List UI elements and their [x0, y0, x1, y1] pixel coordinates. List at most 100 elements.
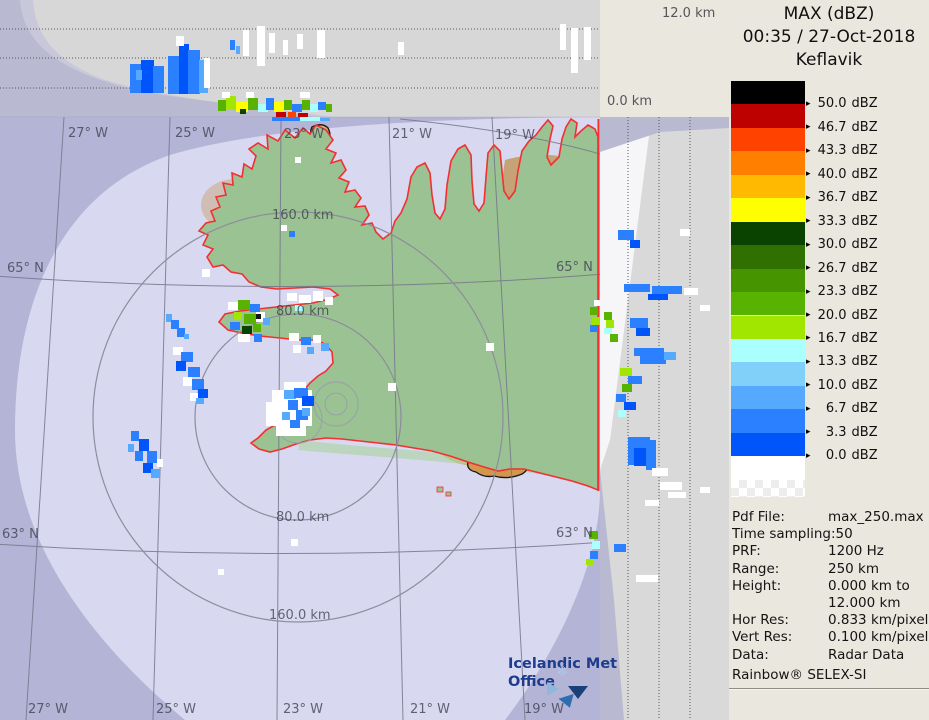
legend-swatch — [731, 174, 805, 199]
lon-label: 19° W — [495, 128, 536, 143]
legend-arrow-icon: ▸ — [806, 286, 811, 297]
legend-arrow-icon: ▸ — [806, 239, 811, 250]
range-ring-label: 80.0 km — [276, 304, 330, 319]
legend-entry: ▸ 43.3 dBZ — [806, 143, 878, 158]
legend-unit: dBZ — [851, 401, 878, 417]
lat-label: 63° N — [556, 526, 593, 541]
legend-value: 10.0 — [817, 377, 847, 393]
legend-unit: dBZ — [851, 377, 878, 393]
meta-row-value: 0.100 km/pixel — [828, 629, 929, 646]
legend-entry: ▸ 23.3 dBZ — [806, 284, 878, 299]
legend-transparent-checker — [731, 480, 805, 498]
legend-arrow-icon: ▸ — [806, 450, 811, 461]
profile-min-height-label: 0.0 km — [607, 94, 652, 109]
meta-row-label: PRF: — [732, 543, 761, 560]
legend-arrow-icon: ▸ — [806, 403, 811, 414]
legend-entry: ▸ 16.7 dBZ — [806, 331, 878, 346]
legend-value: 36.7 — [817, 190, 847, 206]
meta-row-value: 12.000 km — [828, 595, 901, 611]
meta-row-label: Time sampling:50 — [732, 526, 853, 543]
legend-swatch — [731, 409, 805, 433]
product-datetime: 00:35 / 27-Oct-2018 — [742, 27, 916, 47]
legend-entry: ▸ 30.0 dBZ — [806, 237, 878, 252]
panel-divider — [729, 688, 929, 690]
legend-unit: dBZ — [851, 143, 878, 159]
meta-row-value: max_250.max — [828, 509, 924, 525]
legend-value: 46.7 — [817, 119, 847, 135]
meta-row-label: Data: — [732, 646, 769, 663]
legend-unit: dBZ — [851, 237, 878, 253]
legend-entry: ▸ 40.0 dBZ — [806, 167, 878, 182]
meta-row-value: 1200 Hz — [828, 543, 884, 560]
right-profile-strip — [600, 117, 729, 720]
lon-label: 27° W — [28, 702, 69, 717]
meta-row-value: Radar Data — [828, 646, 905, 663]
meta-row-label: Hor Res: — [732, 612, 789, 629]
legend-value: 43.3 — [817, 143, 847, 159]
meta-row-label: Pdf File: — [732, 509, 785, 525]
legend-entry: ▸ 33.3 dBZ — [806, 214, 878, 229]
legend-swatch — [731, 268, 805, 293]
lon-label: 19° W — [524, 702, 565, 717]
legend-value: 20.0 — [817, 307, 847, 323]
legend-swatch — [731, 315, 805, 339]
legend-swatch — [731, 198, 805, 222]
snowflake-icon: ❄ — [556, 662, 569, 680]
meta-row-label: Height: — [732, 577, 782, 594]
lat-label: 63° N — [2, 527, 39, 542]
legend-swatch — [731, 245, 805, 269]
legend-entry: ▸ 50.0 dBZ — [806, 96, 878, 111]
legend-value: 30.0 — [817, 237, 847, 253]
legend-value: 50.0 — [817, 96, 847, 112]
radar-display-window: 12.0 km 0.0 km 27° W 25° W 23° W 21° W 19° W… — [0, 0, 929, 720]
legend-value: 3.3 — [825, 424, 847, 440]
legend-unit: dBZ — [851, 119, 878, 135]
legend-swatch — [731, 432, 805, 457]
legend-entry: ▸ 0.0 dBZ — [806, 448, 878, 463]
lon-label: 21° W — [410, 702, 451, 717]
meta-row-value: 250 km — [828, 560, 880, 577]
legend-arrow-icon: ▸ — [806, 380, 811, 391]
legend-value: 26.7 — [817, 260, 847, 276]
legend-unit: dBZ — [851, 166, 878, 182]
profile-max-height-label: 12.0 km — [662, 6, 716, 21]
meta-row-label: Vert Res: — [732, 629, 793, 646]
legend-entry: ▸ 26.7 dBZ — [806, 261, 878, 276]
legend-swatch — [731, 81, 805, 105]
range-ring-label: 80.0 km — [276, 510, 330, 525]
top-profile-strip — [0, 0, 600, 117]
range-ring-label: 160.0 km — [272, 208, 334, 223]
legend-swatch — [731, 104, 805, 128]
product-title: MAX (dBZ) — [783, 4, 875, 24]
legend-arrow-icon: ▸ — [806, 98, 811, 109]
software-footer: Rainbow® SELEX-SI — [732, 667, 867, 683]
legend-value: 40.0 — [817, 166, 847, 182]
legend-arrow-icon: ▸ — [806, 122, 811, 133]
legend-arrow-icon: ▸ — [806, 216, 811, 227]
legend-unit: dBZ — [851, 448, 878, 464]
legend-unit: dBZ — [851, 284, 878, 300]
legend-unit: dBZ — [851, 260, 878, 276]
legend-arrow-icon: ▸ — [806, 356, 811, 367]
legend-arrow-icon: ▸ — [806, 192, 811, 203]
legend-swatch — [731, 385, 805, 410]
legend-unit: dBZ — [851, 354, 878, 370]
range-ring-label: 160.0 km — [269, 608, 331, 623]
lon-label: 25° W — [175, 126, 216, 141]
legend-arrow-icon: ▸ — [806, 310, 811, 320]
legend-arrow-icon: ▸ — [806, 263, 811, 274]
radar-site-name: Keflavik — [795, 50, 863, 70]
legend-value: 13.3 — [817, 354, 847, 370]
legend-entry: ▸ 20.0 dBZ — [806, 308, 878, 323]
legend-unit: dBZ — [851, 330, 878, 346]
lon-label: 27° W — [68, 126, 109, 141]
meta-row-value: 0.833 km/pixel — [828, 612, 929, 629]
legend-unit: dBZ — [851, 190, 878, 206]
legend-swatch — [731, 151, 805, 175]
logo-triangle-light-icon — [547, 682, 559, 696]
legend-arrow-icon: ▸ — [806, 169, 811, 180]
lon-label: 23° W — [283, 702, 324, 717]
legend-entry: ▸ 6.7 dBZ — [806, 401, 878, 416]
legend-arrow-icon: ▸ — [806, 145, 811, 156]
legend-unit: dBZ — [851, 96, 878, 112]
